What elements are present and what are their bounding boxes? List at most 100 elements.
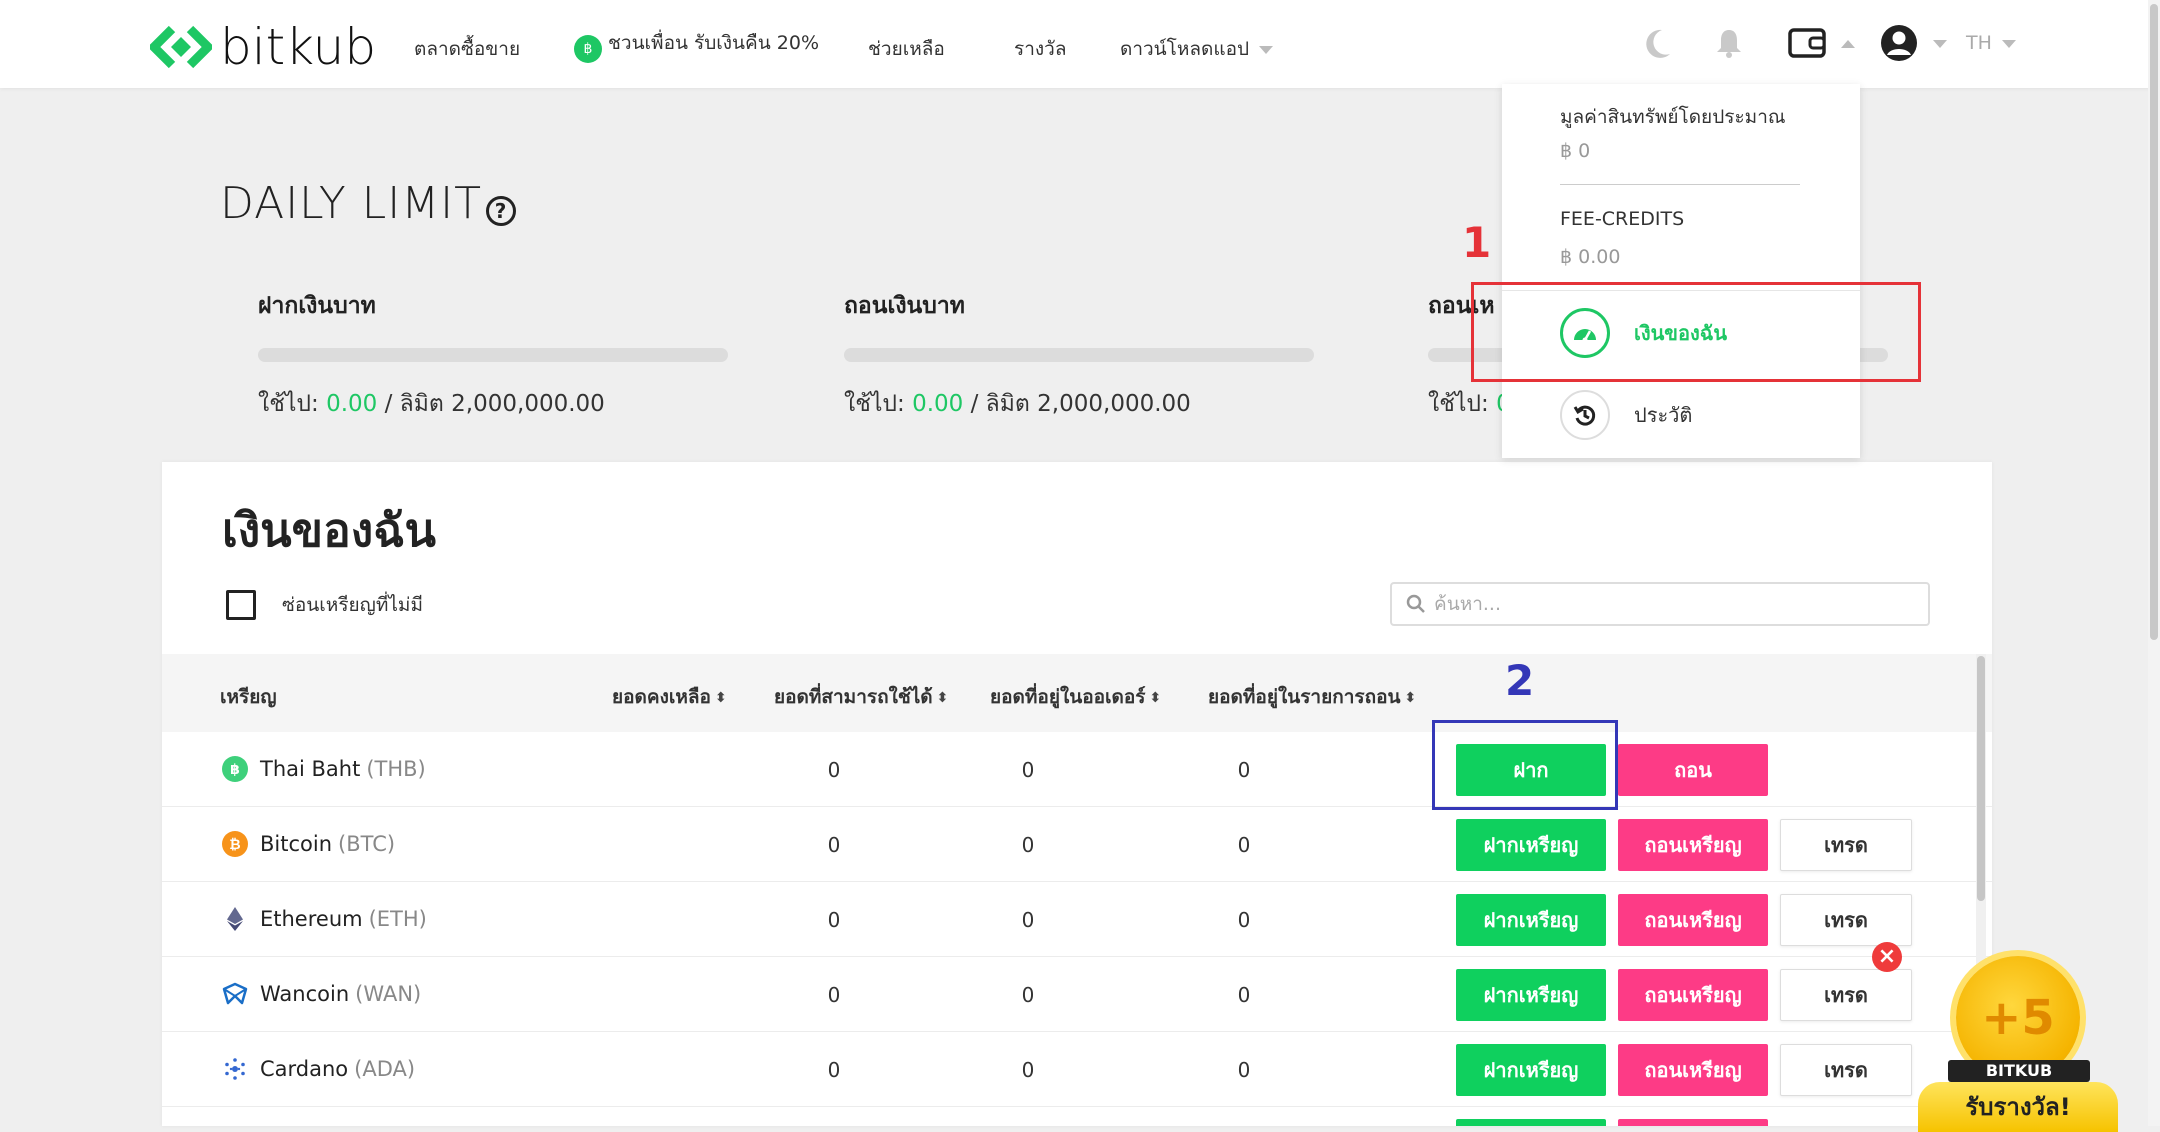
- ada-icon: [225, 1058, 245, 1080]
- annotation-highlight-deposit: [1432, 720, 1618, 810]
- trade-button[interactable]: เทรด: [1780, 969, 1912, 1021]
- col-available[interactable]: ยอดที่สามารถใช้ได้ ⬍: [774, 682, 948, 712]
- withdraw-thb-limit: ถอนเงินบาท ใช้ไป: 0.00 / ลิมิต 2,000,000…: [844, 288, 1314, 422]
- coin-name: Thai Baht: [260, 757, 361, 781]
- asset-value-label: มูลค่าสินทรัพย์โดยประมาณ: [1560, 106, 1786, 128]
- col-balance[interactable]: ยอดคงเหลือ ⬍: [612, 682, 727, 712]
- coin-name: Wancoin: [260, 982, 350, 1006]
- withdraw-coin-button[interactable]: ถอนเหรียญ: [1618, 1044, 1768, 1096]
- withdraw-button[interactable]: ถอน: [1618, 744, 1768, 796]
- coin-cell: Cardano (ADA): [222, 1056, 415, 1082]
- asset-value: ฿ 0: [1560, 140, 1591, 162]
- page-scrollbar-thumb[interactable]: [2150, 4, 2158, 640]
- account-menu-button[interactable]: [1880, 24, 1948, 66]
- chevron-down-icon: [1933, 40, 1948, 48]
- coin-code: (ADA): [354, 1057, 416, 1081]
- hide-empty-checkbox[interactable]: [226, 590, 256, 620]
- trade-button[interactable]: เทรด: [1780, 819, 1912, 871]
- bitkub-logo[interactable]: bitkub: [150, 18, 376, 76]
- eth-icon: [227, 907, 243, 931]
- btc-icon: ₿: [222, 831, 248, 857]
- sort-icon: ⬍: [936, 690, 949, 706]
- nav-referral[interactable]: ฿ ชวนเพื่อน รับเงินคืน 20%: [574, 28, 819, 63]
- deposit-coin-button[interactable]: ฝากเหรียญ: [1456, 1044, 1606, 1096]
- deposit-coin-button[interactable]: ฝากเหรียญ: [1456, 819, 1606, 871]
- used-prefix: ใช้ไป:: [1428, 391, 1489, 417]
- notification-button[interactable]: [1716, 28, 1742, 62]
- table-row: [162, 1107, 1992, 1126]
- sort-icon: ⬍: [1149, 690, 1162, 706]
- search-icon: [1406, 594, 1425, 613]
- hide-empty-coins[interactable]: ซ่อนเหรียญที่ไม่มี: [226, 590, 423, 620]
- svg-text:฿: ฿: [230, 762, 240, 778]
- search-input[interactable]: ค้นหา...: [1390, 582, 1930, 626]
- deposit-coin-button[interactable]: ฝากเหรียญ: [1456, 894, 1606, 946]
- search-placeholder: ค้นหา...: [1434, 593, 1502, 615]
- dark-mode-toggle[interactable]: [1642, 28, 1672, 64]
- close-icon[interactable]: ×: [1872, 942, 1902, 972]
- fee-credits-value: ฿ 0.00: [1560, 246, 1621, 268]
- hide-empty-label: ซ่อนเหรียญที่ไม่มี: [282, 594, 423, 616]
- in-order-cell: 0: [1237, 758, 1251, 782]
- bitkub-logo-icon: [150, 25, 212, 69]
- limit-progress-bar: [844, 348, 1314, 362]
- balance-cell: 0: [827, 983, 841, 1007]
- balance-cell: 0: [827, 833, 841, 857]
- reward-tag: BITKUB REWARD: [1948, 1060, 2090, 1102]
- deposit-coin-button[interactable]: [1456, 1119, 1606, 1126]
- language-selector[interactable]: TH: [1966, 32, 2016, 54]
- col-in-order-label: ยอดที่อยู่ในออเดอร์: [990, 686, 1146, 708]
- coin-name: Bitcoin: [260, 832, 333, 856]
- table-row: ₿ Bitcoin(BTC) 0 0 0 0 ฝากเหรียญ ถอนเหรี…: [162, 807, 1992, 882]
- col-in-order[interactable]: ยอดที่อยู่ในออเดอร์ ⬍: [990, 682, 1161, 712]
- chevron-down-icon: [2001, 39, 2016, 48]
- available-cell: 0: [1021, 908, 1035, 932]
- withdraw-coin-button[interactable]: [1618, 1119, 1768, 1126]
- col-balance-label: ยอดคงเหลือ: [612, 686, 711, 708]
- daily-limit-title: DAILY LIMIT: [220, 178, 483, 229]
- col-in-withdraw[interactable]: ยอดที่อยู่ในรายการถอน ⬍: [1208, 682, 1416, 712]
- nav-download[interactable]: ดาวน์โหลดแอป: [1120, 34, 1274, 64]
- col-in-withdraw-label: ยอดที่อยู่ในรายการถอน: [1208, 686, 1401, 708]
- nav-help[interactable]: ช่วยเหลือ: [868, 34, 945, 64]
- col-coin: เหรียญ: [220, 686, 277, 708]
- withdraw-coin-button[interactable]: ถอนเหรียญ: [1618, 969, 1768, 1021]
- used-prefix: ใช้ไป:: [258, 391, 319, 417]
- coin-code: (BTC): [338, 832, 396, 856]
- coin-cell: Ethereum (ETH): [222, 906, 427, 932]
- available-cell: 0: [1021, 833, 1035, 857]
- thb-icon: ฿: [222, 756, 248, 782]
- page-scrollbar[interactable]: [2148, 0, 2160, 1126]
- user-avatar-icon: [1881, 25, 1917, 61]
- used-prefix: ใช้ไป:: [844, 391, 905, 417]
- wan-icon: [222, 982, 248, 1005]
- brand-name: bitkub: [220, 18, 377, 76]
- bitkub-reward-widget[interactable]: +5 BITKUB REWARD รับรางวัล!: [1918, 938, 2130, 1132]
- trade-button[interactable]: เทรด: [1780, 1044, 1912, 1096]
- coin-code: (WAN): [355, 982, 422, 1006]
- withdraw-coin-button[interactable]: ถอนเหรียญ: [1618, 894, 1768, 946]
- nav-market[interactable]: ตลาดซื้อขาย: [414, 34, 520, 64]
- trade-button[interactable]: เทรด: [1780, 894, 1912, 946]
- deposit-thb-limit: ฝากเงินบาท ใช้ไป: 0.00 / ลิมิต 2,000,000…: [258, 288, 728, 422]
- menu-item-history[interactable]: ประวัติ: [1560, 390, 1692, 440]
- annotation-highlight-my-wallet: [1471, 282, 1921, 382]
- wallet-dropdown-menu: มูลค่าสินทรัพย์โดยประมาณ ฿ 0 FEE-CREDITS…: [1502, 84, 1860, 458]
- daily-limit-heading: DAILY LIMIT?: [220, 178, 517, 229]
- nav-rewards[interactable]: รางวัล: [1014, 34, 1066, 64]
- table-row: Ethereum(ETH) 0 0 0 0 ฝากเหรียญ ถอนเหรีย…: [162, 882, 1992, 957]
- table-row: Wancoin(WAN) 0 0 0 0 ฝากเหรียญ ถอนเหรียญ…: [162, 957, 1992, 1032]
- limit-label: ฝากเงินบาท: [258, 293, 376, 319]
- table-row: Cardano(ADA) 0 0 0 0 ฝากเหรียญ ถอนเหรียญ…: [162, 1032, 1992, 1107]
- wallet-menu-button[interactable]: [1788, 26, 1856, 64]
- in-order-cell: 0: [1237, 1058, 1251, 1082]
- deposit-coin-button[interactable]: ฝากเหรียญ: [1456, 969, 1606, 1021]
- claim-reward-button[interactable]: รับรางวัล!: [1918, 1082, 2118, 1132]
- table-scrollbar-thumb[interactable]: [1977, 656, 1985, 901]
- withdraw-coin-button[interactable]: ถอนเหรียญ: [1618, 819, 1768, 871]
- history-icon: [1560, 390, 1610, 440]
- limit-progress-bar: [258, 348, 728, 362]
- language-label: TH: [1966, 32, 1992, 54]
- limit-amount: / ลิมิต 2,000,000.00: [377, 391, 605, 417]
- help-icon[interactable]: ?: [486, 196, 517, 226]
